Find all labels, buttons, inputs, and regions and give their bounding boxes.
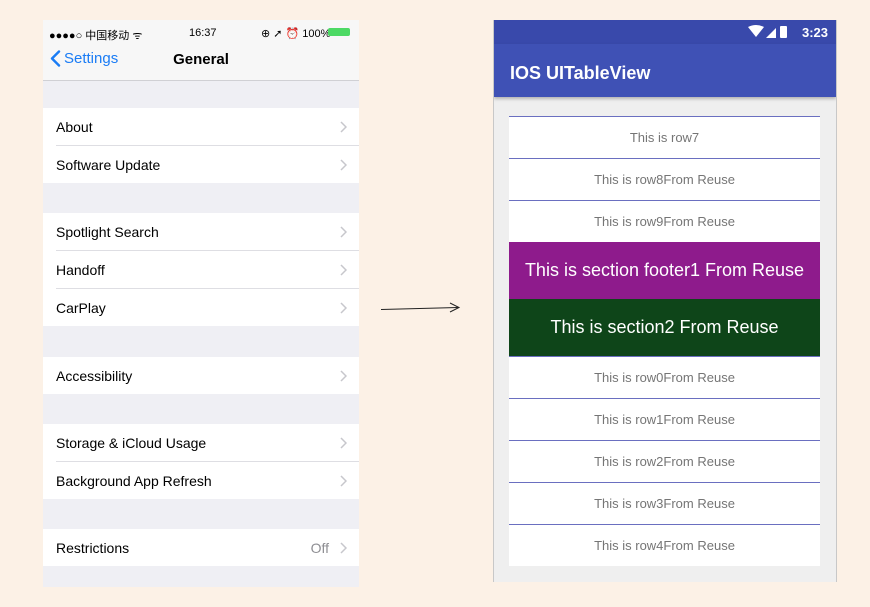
battery-icon <box>328 28 350 36</box>
ios-nav-bar: Settings General <box>43 42 359 81</box>
settings-row-label: CarPlay <box>56 300 106 316</box>
chevron-right-icon <box>340 370 347 382</box>
settings-row[interactable]: Background App Refresh <box>56 462 359 499</box>
android-status-bar: 3:23 <box>494 20 836 44</box>
status-icons <box>748 25 788 42</box>
settings-row[interactable]: Spotlight Search <box>56 213 359 251</box>
settings-row[interactable]: CarPlay <box>56 289 359 326</box>
app-bar: IOS UITableView <box>494 44 836 97</box>
chevron-right-icon <box>340 302 347 314</box>
settings-row[interactable]: Software Update <box>56 146 359 183</box>
page-title: General <box>173 51 229 68</box>
settings-row-label: Storage & iCloud Usage <box>56 435 207 451</box>
settings-row-label: Accessibility <box>56 368 133 384</box>
settings-row-label: Restrictions <box>56 540 130 556</box>
list-item[interactable]: This is row9From Reuse <box>509 200 820 242</box>
settings-row[interactable]: Handoff <box>56 251 359 289</box>
chevron-right-icon <box>340 159 347 171</box>
settings-row-label: Handoff <box>56 262 105 278</box>
settings-group: Spotlight Search Handoff CarPlay <box>43 213 359 326</box>
settings-group: About Software Update <box>43 108 359 183</box>
list-item[interactable]: This is row1From Reuse <box>509 398 820 440</box>
list-item[interactable]: This is row4From Reuse <box>509 524 820 566</box>
carrier-signal: ●●●●○ 中国移动 ᯤ <box>49 30 143 42</box>
chevron-right-icon <box>340 542 347 554</box>
table-list[interactable]: This is row7 This is row8From Reuse This i… <box>509 116 820 566</box>
settings-group: Accessibility <box>43 357 359 394</box>
settings-row-label: Background App Refresh <box>56 473 212 489</box>
app-title: IOS UITableView <box>510 63 651 83</box>
list-item[interactable]: This is row0From Reuse <box>509 356 820 398</box>
status-time: 3:23 <box>801 25 828 40</box>
settings-row[interactable]: About <box>56 108 359 146</box>
chevron-right-icon <box>340 121 347 133</box>
settings-row-label: Spotlight Search <box>56 224 159 240</box>
wifi-signal-battery-icon <box>748 25 787 38</box>
settings-row-label: Software Update <box>56 157 161 173</box>
list-item[interactable]: This is row7 <box>509 116 820 158</box>
list-item[interactable]: This is row2From Reuse <box>509 440 820 482</box>
chevron-right-icon <box>340 264 347 276</box>
settings-group: Restrictions Off <box>43 529 359 566</box>
settings-row[interactable]: Restrictions Off <box>56 529 359 566</box>
list-item[interactable]: This is row8From Reuse <box>509 158 820 200</box>
settings-row-value: Off <box>310 540 329 556</box>
ios-status-bar: ●●●●○ 中国移动 ᯤ 16:37 ⊕ ➚ ⏰ 100% <box>43 20 359 42</box>
section-footer: This is section footer1 From Reuse <box>509 242 820 299</box>
section-header: This is section2 From Reuse <box>509 299 820 356</box>
chevron-right-icon <box>340 437 347 449</box>
settings-row-label: About <box>56 119 93 135</box>
settings-row[interactable]: Storage & iCloud Usage <box>56 424 359 462</box>
status-time: 16:37 <box>189 27 217 39</box>
list-item[interactable]: This is row3From Reuse <box>509 482 820 524</box>
arrow-right-icon <box>380 302 461 313</box>
settings-group: Storage & iCloud Usage Background App Ref… <box>43 424 359 499</box>
settings-row[interactable]: Accessibility <box>56 357 359 394</box>
ios-settings-screen: ●●●●○ 中国移动 ᯤ 16:37 ⊕ ➚ ⏰ 100% Settings G… <box>43 20 359 587</box>
status-indicators: ⊕ ➚ ⏰ 100% <box>261 28 331 40</box>
chevron-right-icon <box>340 226 347 238</box>
chevron-right-icon <box>340 475 347 487</box>
android-screen: 3:23 IOS UITableView This is row7 This is… <box>493 20 837 582</box>
